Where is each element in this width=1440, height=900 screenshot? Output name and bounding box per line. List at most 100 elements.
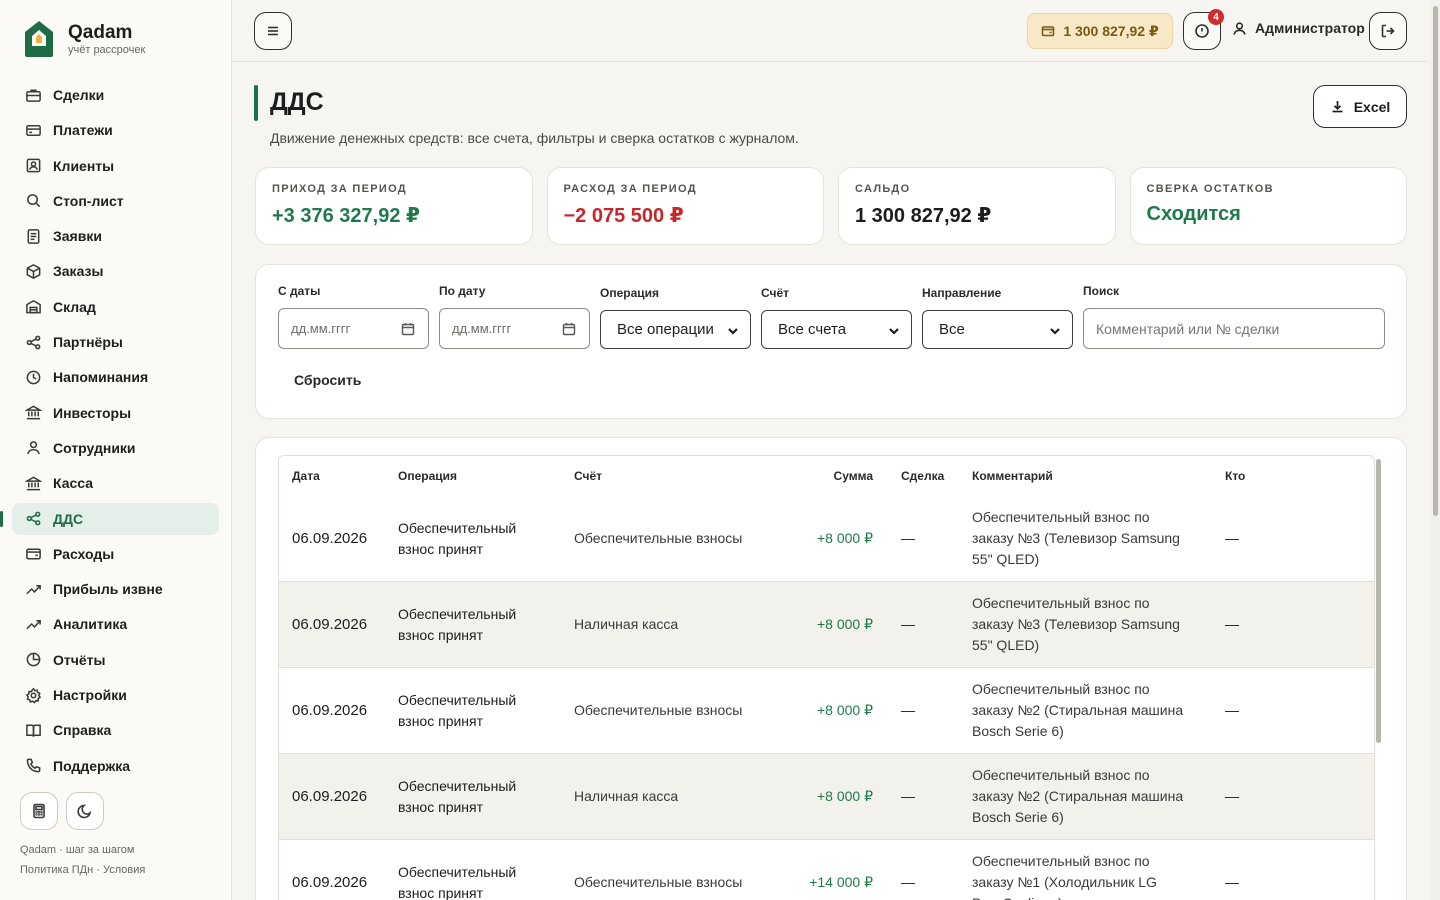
chevron-down-icon [1049, 324, 1061, 336]
from-date-label: С даты [278, 284, 321, 298]
table-row[interactable]: 06.09.2026 Обеспечительный взнос принят Обе… [279, 840, 1374, 900]
page-scrollbar[interactable] [1430, 0, 1440, 900]
sidebar-item-label: Клиенты [53, 157, 115, 174]
direction-select[interactable]: Все [922, 310, 1073, 349]
operation-select[interactable]: Все операции [600, 310, 751, 349]
brand[interactable]: Qadam учёт рассрочек [24, 20, 145, 58]
to-date-input[interactable]: дд.мм.гггг [439, 308, 590, 349]
column-header[interactable]: Счёт [574, 469, 602, 483]
cell-date: 06.09.2026 [292, 788, 368, 805]
to-date-label: По дату [439, 284, 486, 298]
direction-value: Все [939, 321, 965, 338]
operation-label: Операция [600, 286, 660, 300]
sidebar-item-label: Платежи [53, 122, 113, 139]
logout-button[interactable] [1369, 12, 1407, 50]
sidebar-nav: Сделки Платежи Клиенты Стоп-лист Заявки Заказ… [0, 79, 219, 785]
document-icon [24, 227, 42, 245]
search-input[interactable]: Комментарий или № сделки [1083, 308, 1385, 349]
cell-comment: Обеспечительный взнос по заказу №2 (Стира… [972, 679, 1183, 742]
sidebar-item-12[interactable]: ДДС [0, 502, 219, 535]
cell-who: — [1225, 530, 1239, 546]
qadam-logo-icon [25, 21, 53, 57]
sidebar-item-9[interactable]: Инвесторы [12, 397, 219, 429]
sidebar-item-1[interactable]: Платежи [12, 114, 219, 146]
balance-pill[interactable]: 1 300 827,92 ₽ [1027, 13, 1173, 49]
sidebar-item-4[interactable]: Заявки [12, 220, 219, 252]
account-select[interactable]: Все счета [761, 310, 912, 349]
column-header[interactable]: Сделка [901, 469, 944, 483]
clock-icon [24, 368, 42, 386]
hamburger-icon [268, 26, 278, 36]
sidebar: Qadam учёт рассрочек Сделки Платежи Клиент… [0, 0, 232, 900]
user-menu[interactable]: Администратор [1232, 20, 1365, 36]
from-date-input[interactable]: дд.мм.гггг [278, 308, 429, 349]
calendar-icon[interactable] [562, 322, 576, 336]
calculator-button[interactable] [20, 792, 58, 830]
account-label: Счёт [761, 286, 790, 300]
share-icon [24, 510, 42, 528]
chevron-down-icon [727, 324, 739, 336]
cell-deal[interactable]: — [901, 528, 915, 549]
sidebar-item-17[interactable]: Настройки [12, 679, 219, 711]
warehouse-icon [24, 298, 42, 316]
theme-toggle-button[interactable] [66, 792, 104, 830]
transactions-table: Дата Операция Счёт Сумма Сделка Комментарий Кт… [278, 455, 1375, 900]
alert-circle-icon [1195, 24, 1209, 38]
excel-export-button[interactable]: Excel [1313, 85, 1407, 128]
sidebar-item-16[interactable]: Отчёты [12, 644, 219, 676]
calendar-icon[interactable] [401, 322, 415, 336]
table-row[interactable]: 06.09.2026 Обеспечительный взнос принят Нал… [279, 754, 1374, 840]
cell-deal[interactable]: — [901, 786, 915, 807]
sidebar-item-14[interactable]: Прибыль извне [12, 573, 219, 605]
alerts-button[interactable]: 4 [1183, 9, 1224, 50]
brand-name: Qadam [68, 22, 133, 43]
trend-up-icon [24, 580, 42, 598]
sidebar-item-5[interactable]: Заказы [12, 255, 219, 287]
comment-line: Обеспечительный взнос по [972, 767, 1150, 783]
sidebar-item-0[interactable]: Сделки [12, 79, 219, 111]
comment-line: заказу №1 (Холодильник LG [972, 874, 1157, 890]
comment-line: заказу №3 (Телевизор Samsung [972, 616, 1180, 632]
sidebar-item-10[interactable]: Сотрудники [12, 432, 219, 464]
sidebar-item-label: ДДС [53, 510, 84, 527]
sidebar-item-19[interactable]: Поддержка [12, 750, 219, 782]
sidebar-item-7[interactable]: Партнёры [12, 326, 219, 358]
column-header[interactable]: Кто [1225, 469, 1245, 483]
sidebar-item-8[interactable]: Напоминания [12, 361, 219, 393]
menu-button[interactable] [254, 12, 292, 50]
sidebar-item-label: Заказы [53, 263, 104, 280]
cell-deal[interactable]: — [901, 872, 915, 893]
cell-who: — [1225, 874, 1239, 890]
cell-deal[interactable]: — [901, 614, 915, 635]
sidebar-item-label: Инвесторы [53, 404, 132, 421]
trend-up-icon [24, 615, 42, 633]
cell-account: Обеспечительные взносы [574, 702, 743, 718]
sidebar-item-3[interactable]: Стоп-лист [12, 185, 219, 217]
table-row[interactable]: 06.09.2026 Обеспечительный взнос принят Нал… [279, 582, 1374, 668]
sidebar-item-11[interactable]: Касса [12, 467, 219, 499]
column-header[interactable]: Операция [398, 469, 457, 483]
sidebar-item-2[interactable]: Клиенты [12, 150, 219, 182]
briefcase-icon [24, 86, 42, 104]
sidebar-item-label: Партнёры [53, 334, 123, 351]
column-header[interactable]: Комментарий [972, 469, 1053, 483]
table-scrollbar[interactable] [1376, 459, 1381, 743]
cell-comment: Обеспечительный взнос по заказу №2 (Стира… [972, 765, 1183, 828]
stat-card: САЛЬДО 1 300 827,92 ₽ [838, 167, 1116, 245]
sidebar-item-6[interactable]: Склад [12, 291, 219, 323]
table-row[interactable]: 06.09.2026 Обеспечительный взнос принят Обе… [279, 668, 1374, 754]
sidebar-item-13[interactable]: Расходы [12, 538, 219, 570]
reset-filters-button[interactable]: Сбросить [278, 365, 377, 395]
operation-line: Обеспечительный [398, 864, 517, 880]
page-title: ДДС [270, 88, 324, 116]
sidebar-item-15[interactable]: Аналитика [12, 608, 219, 640]
sidebar-item-18[interactable]: Справка [12, 714, 219, 746]
comment-line: Обеспечительный взнос по [972, 595, 1150, 611]
table-row[interactable]: 06.09.2026 Обеспечительный взнос принят Обе… [279, 496, 1374, 582]
column-header[interactable]: Дата [292, 469, 320, 483]
footer-links[interactable]: Политика ПДн · Условия [20, 860, 145, 880]
column-header[interactable]: Сумма [834, 469, 873, 483]
cell-deal[interactable]: — [901, 700, 915, 721]
stat-value: 1 300 827,92 ₽ [855, 205, 992, 227]
page-scrollbar-thumb[interactable] [1433, 6, 1438, 516]
